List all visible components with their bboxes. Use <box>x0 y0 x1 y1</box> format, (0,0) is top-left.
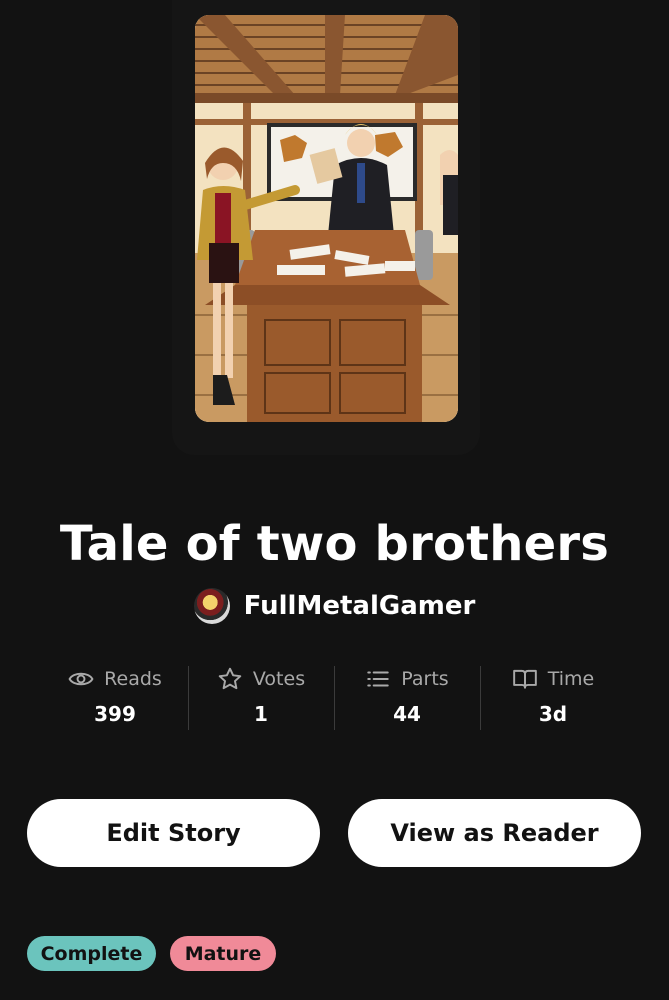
story-title: Tale of two brothers <box>59 516 610 572</box>
list-icon <box>367 671 390 687</box>
stat-value: 3d <box>538 702 568 726</box>
author-row[interactable]: FullMetalGamer <box>0 588 669 624</box>
stat-label: Votes <box>252 668 306 690</box>
author-avatar[interactable] <box>193 588 230 624</box>
stat-votes: Votes 1 <box>188 664 334 732</box>
stat-label: Parts <box>401 668 449 690</box>
stat-value: 399 <box>94 702 136 726</box>
stat-time: Time 3d <box>480 664 626 732</box>
star-icon <box>218 667 242 690</box>
stat-parts: Parts 44 <box>334 664 480 732</box>
stat-value: 44 <box>393 702 421 726</box>
story-cover-image[interactable] <box>195 15 458 422</box>
edit-story-button[interactable]: Edit Story <box>27 799 320 867</box>
mature-tag: Mature <box>170 936 276 971</box>
stat-label: Time <box>547 668 595 690</box>
author-name[interactable]: FullMetalGamer <box>244 591 476 621</box>
stat-value: 1 <box>254 702 268 726</box>
stat-label: Reads <box>104 668 162 690</box>
stat-reads: Reads 399 <box>42 664 188 732</box>
eye-icon <box>68 672 94 686</box>
complete-tag: Complete <box>27 936 156 971</box>
book-open-icon <box>512 669 537 689</box>
view-as-reader-button[interactable]: View as Reader <box>348 799 641 867</box>
story-stats: Reads 399 Votes 1 Parts 44 Time 3d <box>42 664 626 732</box>
